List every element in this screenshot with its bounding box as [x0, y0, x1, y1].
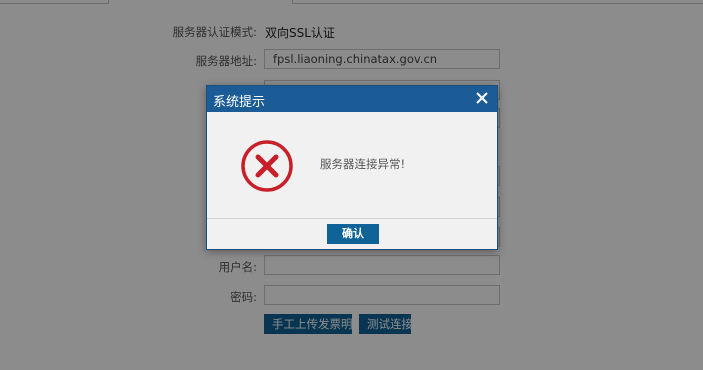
dialog-body: 服务器连接异常! [207, 112, 497, 218]
dialog-message: 服务器连接异常! [320, 157, 406, 171]
dialog-header: 系统提示 [207, 86, 497, 112]
confirm-button[interactable]: 确认 [327, 224, 379, 244]
dialog-title: 系统提示 [213, 95, 266, 110]
close-icon[interactable] [473, 89, 491, 107]
error-icon [239, 138, 295, 194]
system-alert-dialog: 系统提示 服务器连接异常! 确认 [206, 85, 498, 250]
dialog-divider [207, 218, 497, 219]
